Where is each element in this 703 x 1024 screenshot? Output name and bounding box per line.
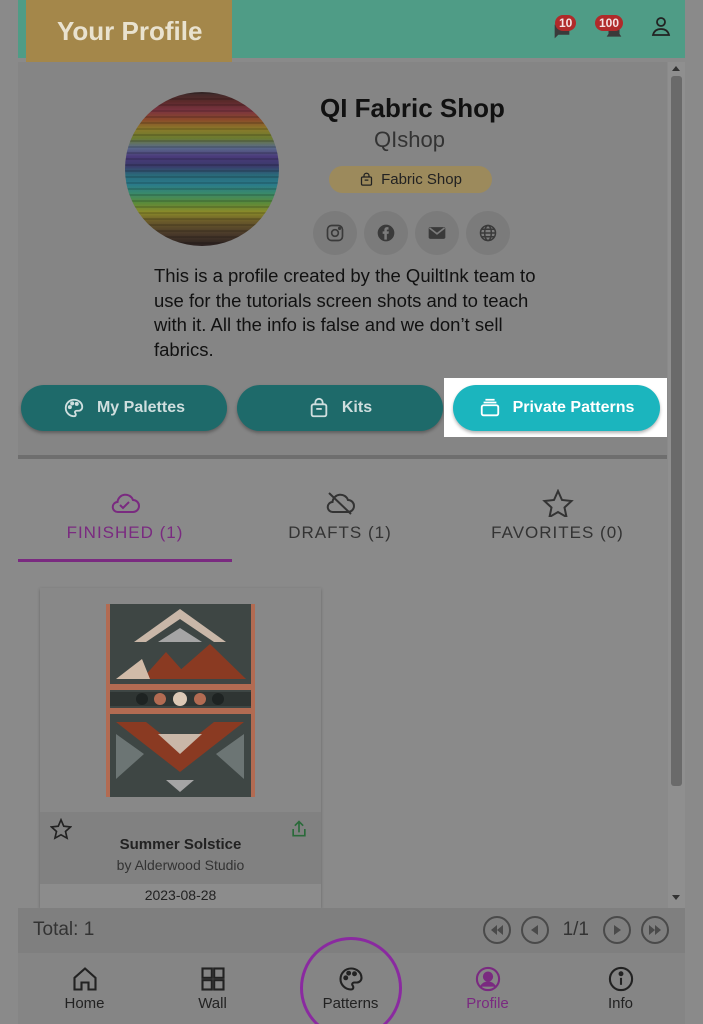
last-page-button[interactable] [641,916,669,944]
scroll-down-arrow[interactable] [672,895,680,900]
page-title: Your Profile [26,0,232,62]
pagination-controls: 1/1 [482,916,669,944]
instagram-icon [326,224,344,242]
social-links [313,211,510,255]
nav-info-label: Info [607,995,634,1012]
avatar [125,92,279,246]
pattern-author: by Alderwood Studio [116,857,245,873]
active-tab-indicator [18,559,232,562]
my-palettes-label: My Palettes [96,399,186,416]
email-icon [428,227,446,239]
notification-badge: 10 [555,14,577,31]
nav-wall[interactable]: Wall [146,953,279,1024]
notification-badge: 100 [595,14,624,31]
nav-home[interactable]: Home [18,953,151,1024]
double-left-icon [490,925,503,935]
tab-finished-label: FINISHED (1) [66,523,184,542]
nav-home-label: Home [64,995,105,1012]
cloud-off-icon [326,492,355,515]
private-patterns-button[interactable]: Private Patterns [453,385,660,431]
tab-drafts-label: DRAFTS (1) [288,523,392,542]
scroll-thumb[interactable] [671,76,682,786]
tab-favorites-label: FAVORITES (0) [491,523,624,542]
prev-page-button[interactable] [520,916,549,944]
chevron-right-icon [614,925,621,935]
pattern-title: Summer Solstice [119,836,242,853]
user-icon[interactable] [649,14,673,43]
quilt-image [106,604,255,797]
kits-button[interactable]: Kits [237,385,443,431]
scrollbar[interactable] [668,62,685,908]
palette-icon [64,398,84,418]
nav-wall-label: Wall [198,995,227,1012]
info-icon [608,966,633,992]
tab-finished[interactable]: FINISHED (1) [18,459,232,563]
grid-icon [200,967,225,991]
chat-notifications-button[interactable]: 10 [551,14,581,43]
page-indicator: 1/1 [562,919,589,940]
globe-icon [479,224,497,242]
my-palettes-button[interactable]: My Palettes [21,385,227,431]
facebook-icon [377,224,395,242]
profile-type-badge: Fabric Shop [329,166,492,193]
profile-bio: This is a profile created by the QuiltIn… [154,265,536,360]
header-icons: 10 100 [551,14,673,43]
next-page-button[interactable] [603,916,631,944]
instagram-button[interactable] [313,211,357,255]
profile-name: QI Fabric Shop [320,93,505,123]
scroll-up-arrow[interactable] [672,66,680,71]
pattern-card[interactable]: Summer Solstice by Alderwood Studio 2023… [40,588,321,908]
archive-icon [480,398,499,417]
total-count: Total: 1 [33,919,95,940]
star-icon [541,489,574,517]
kits-label: Kits [341,399,373,416]
home-icon [72,967,97,991]
profile-type-label: Fabric Shop [381,171,462,188]
tab-favorites[interactable]: FAVORITES (0) [448,459,667,563]
shopping-bag-icon [360,172,373,186]
facebook-button[interactable] [364,211,408,255]
nav-info[interactable]: Info [554,953,687,1024]
tab-drafts[interactable]: DRAFTS (1) [232,459,448,563]
first-page-button[interactable] [482,916,511,944]
app: Your Profile 10 100 QI Fabric Shop QIsho… [0,0,703,1024]
double-right-icon [649,925,661,935]
pattern-tabs: FINISHED (1) DRAFTS (1) FAVORITES (0) [18,459,667,563]
pattern-thumbnail[interactable] [40,588,321,812]
nav-profile-label: Profile [466,995,509,1012]
shopping-bag-icon [310,397,328,418]
email-button[interactable] [415,211,459,255]
pattern-card-info: Summer Solstice by Alderwood Studio [40,812,321,884]
cloud-check-icon [111,493,140,513]
profile-icon [475,966,500,992]
private-patterns-label: Private Patterns [512,399,635,416]
chevron-left-icon [530,925,538,935]
nav-profile[interactable]: Profile [421,953,554,1024]
website-button[interactable] [466,211,510,255]
pattern-date: 2023-08-28 [144,887,217,903]
alerts-button[interactable]: 100 [595,14,635,43]
profile-handle: QIshop [374,127,445,152]
